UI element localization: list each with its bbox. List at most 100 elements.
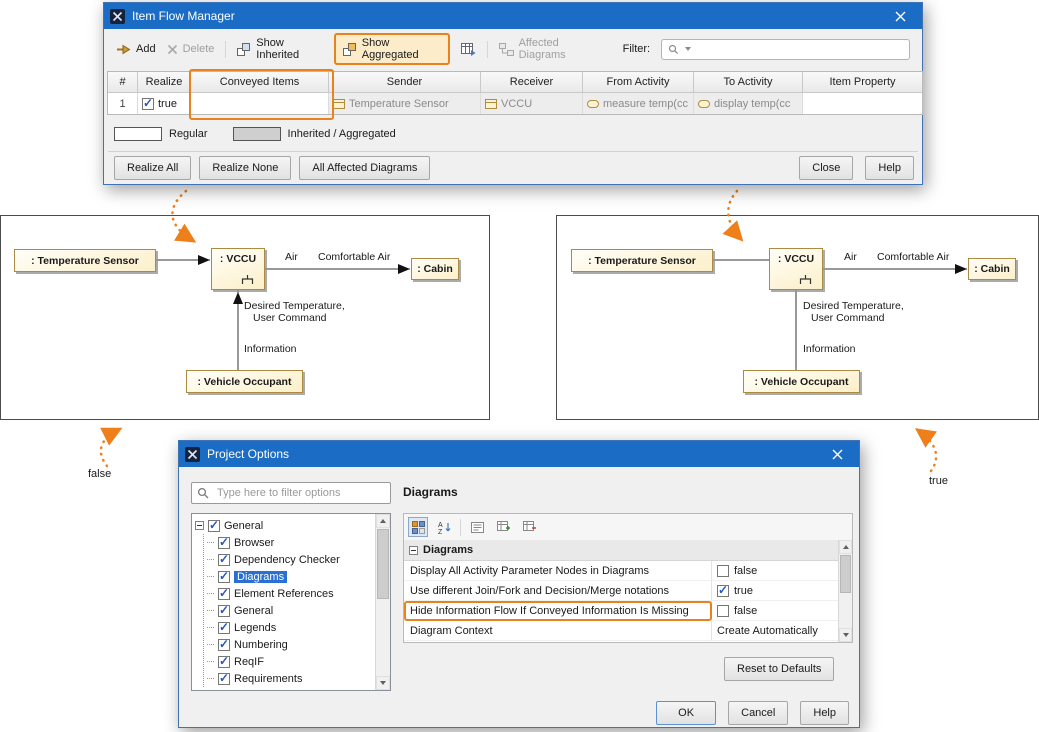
property-group-diagrams[interactable]: Diagrams [404, 540, 838, 561]
property-row[interactable]: Use different Join/Fork and Decision/Mer… [404, 581, 838, 601]
collapse-icon[interactable] [409, 546, 418, 555]
tree-checkbox[interactable] [218, 656, 230, 668]
ok-button[interactable]: OK [656, 701, 716, 725]
show-aggregated-icon [343, 43, 357, 56]
value-checkbox[interactable] [717, 605, 729, 617]
expand-all-icon[interactable] [493, 517, 513, 537]
tree-checkbox[interactable] [218, 673, 230, 685]
affected-diagrams-button[interactable]: Affected Diagrams [499, 37, 601, 61]
rake-icon [241, 275, 254, 287]
cell-receiver[interactable]: VCCU [481, 93, 583, 114]
add-button[interactable]: Add [116, 43, 156, 56]
tree-checkbox[interactable] [218, 622, 230, 634]
tree-checkbox[interactable] [218, 639, 230, 651]
tree-item-browser[interactable]: Browser [204, 534, 375, 551]
close-icon[interactable] [821, 441, 853, 467]
categorized-view-icon[interactable] [408, 517, 428, 537]
close-icon[interactable] [884, 3, 916, 29]
close-button[interactable]: Close [799, 156, 853, 180]
options-filter-input[interactable] [215, 486, 385, 500]
chevron-down-icon[interactable] [685, 47, 692, 52]
scroll-up-icon[interactable] [376, 514, 390, 528]
tree-scrollbar[interactable] [375, 514, 390, 690]
table-row[interactable]: 1 true Temperature Sensor VCCU [108, 93, 922, 114]
collapse-icon[interactable] [195, 521, 204, 530]
cell-conveyed-items[interactable] [191, 93, 329, 114]
group-label: Diagrams [423, 544, 473, 556]
realize-all-button[interactable]: Realize All [114, 156, 191, 180]
tree-checkbox[interactable] [218, 554, 230, 566]
show-aggregated-button[interactable]: Show Aggregated [334, 33, 450, 65]
show-description-icon[interactable] [467, 517, 487, 537]
property-row-highlighted[interactable]: Hide Information Flow If Conveyed Inform… [404, 601, 838, 621]
cell-sender[interactable]: Temperature Sensor [329, 93, 481, 114]
cell-realize[interactable]: true [138, 93, 191, 114]
property-value[interactable]: Create Automatically [712, 621, 838, 641]
col-header-num[interactable]: # [108, 72, 138, 93]
tree-item-dependency-checker[interactable]: Dependency Checker [204, 551, 375, 568]
property-row[interactable]: Diagram Context Create Automatically [404, 621, 838, 641]
tree-checkbox[interactable] [218, 571, 230, 583]
tree-item-general-root[interactable]: General [192, 517, 375, 534]
realize-none-button[interactable]: Realize None [199, 156, 291, 180]
delete-button[interactable]: Delete [167, 43, 215, 55]
show-inherited-button[interactable]: Show Inherited [237, 37, 322, 61]
scroll-up-icon[interactable] [839, 540, 852, 554]
cell-to-activity[interactable]: display temp(cc [694, 93, 803, 114]
property-value[interactable]: false [712, 561, 838, 581]
col-header-realize[interactable]: Realize [138, 72, 191, 93]
tree-label: Numbering [234, 639, 288, 651]
col-header-receiver[interactable]: Receiver [481, 72, 583, 93]
options-tree: General Browser Dependency Checker Diagr… [191, 513, 391, 691]
col-header-from-activity[interactable]: From Activity [583, 72, 694, 93]
all-affected-diagrams-button[interactable]: All Affected Diagrams [299, 156, 430, 180]
col-header-conveyed-items[interactable]: Conveyed Items [191, 72, 329, 93]
tree-item-element-references[interactable]: Element References [204, 585, 375, 602]
property-row[interactable]: Display All Activity Parameter Nodes in … [404, 561, 838, 581]
tree-checkbox[interactable] [218, 588, 230, 600]
scroll-down-icon[interactable] [839, 628, 852, 642]
tree-item-legends[interactable]: Legends [204, 619, 375, 636]
col-header-item-property[interactable]: Item Property [803, 72, 922, 93]
to-activity-value: display temp(cc [714, 98, 790, 110]
help-button[interactable]: Help [865, 156, 914, 180]
collapse-all-icon[interactable] [519, 517, 539, 537]
cell-item-property[interactable] [803, 93, 922, 114]
property-value[interactable]: false [712, 601, 838, 621]
tree-item-general[interactable]: General [204, 602, 375, 619]
tree-checkbox[interactable] [208, 520, 220, 532]
cell-from-activity[interactable]: measure temp(cc [583, 93, 694, 114]
cancel-button[interactable]: Cancel [728, 701, 788, 725]
item-flow-table: # Realize Conveyed Items Sender Receiver… [107, 71, 923, 115]
scrollbar-thumb[interactable] [377, 529, 389, 599]
value-checkbox[interactable] [717, 565, 729, 577]
tree-label: Requirements [234, 673, 302, 685]
sort-alphabetically-icon[interactable]: A Z [434, 517, 454, 537]
tree-item-numbering[interactable]: Numbering [204, 636, 375, 653]
tree-item-reqif[interactable]: ReqIF [204, 653, 375, 670]
flow-label-user-command: User Command [253, 312, 327, 324]
value-text: false [734, 565, 757, 577]
item-flow-manager-titlebar: Item Flow Manager [104, 3, 922, 29]
reset-to-defaults-button[interactable]: Reset to Defaults [724, 657, 834, 681]
tree-checkbox[interactable] [218, 605, 230, 617]
flow-label-user-command: User Command [811, 312, 885, 324]
flow-label-air: Air [285, 251, 298, 263]
diagram-left: : Temperature Sensor : VCCU : Cabin : Ve… [0, 215, 490, 420]
tree-checkbox[interactable] [218, 537, 230, 549]
realize-checkbox[interactable] [142, 98, 154, 110]
property-value[interactable]: true [712, 581, 838, 601]
value-checkbox[interactable] [717, 585, 729, 597]
scrollbar-thumb[interactable] [840, 555, 851, 593]
col-header-to-activity[interactable]: To Activity [694, 72, 803, 93]
tree-item-requirements[interactable]: Requirements [204, 670, 375, 687]
show-aggregated-label: Show Aggregated [362, 37, 441, 61]
help-button[interactable]: Help [800, 701, 849, 725]
col-header-sender[interactable]: Sender [329, 72, 481, 93]
columns-button[interactable] [461, 43, 476, 56]
properties-scrollbar[interactable] [838, 540, 852, 642]
filter-input[interactable] [696, 42, 903, 56]
scroll-down-icon[interactable] [376, 676, 390, 690]
tree-item-diagrams[interactable]: Diagrams [204, 568, 375, 585]
cell-num[interactable]: 1 [108, 93, 138, 114]
